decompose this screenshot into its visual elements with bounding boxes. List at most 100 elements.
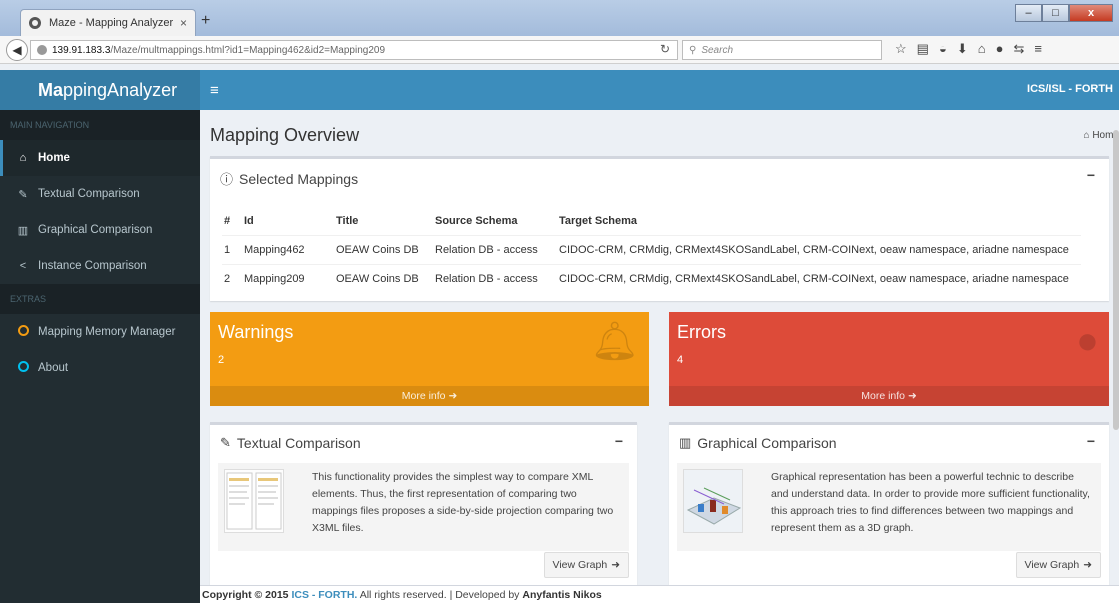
sidebar-item-label: Textual Comparison bbox=[38, 188, 140, 200]
back-arrow-icon: ◀ bbox=[12, 43, 22, 57]
collapse-button[interactable]: − bbox=[1087, 167, 1095, 183]
selected-mappings-box: ⓘ Selected Mappings − # Id Title Source … bbox=[210, 156, 1109, 301]
window-close-button[interactable]: x bbox=[1069, 4, 1113, 22]
share-icon: < bbox=[19, 260, 27, 272]
warnings-more-info-link[interactable]: More info ➜ bbox=[210, 386, 649, 406]
home-browser-icon[interactable]: ⌂ bbox=[978, 41, 986, 57]
pencil-icon: ✎ bbox=[18, 188, 28, 201]
sidebar-item-textual-comparison[interactable]: ✎ Textual Comparison bbox=[0, 176, 200, 212]
copyright-prefix: Copyright © 2015 bbox=[202, 589, 289, 601]
page-scrollbar[interactable] bbox=[1113, 130, 1119, 430]
textual-view-graph-button[interactable]: View Graph ➜ bbox=[543, 552, 629, 578]
more-info-label: More info bbox=[861, 390, 906, 402]
errors-more-info-link[interactable]: More info ➜ bbox=[669, 386, 1109, 406]
sync-icon[interactable]: ⇆ bbox=[1013, 41, 1024, 57]
back-button[interactable]: ◀ bbox=[6, 39, 28, 61]
column-header: Target Schema bbox=[559, 214, 638, 227]
view-graph-label: View Graph bbox=[552, 559, 608, 571]
author-name: Anyfantis Nikos bbox=[522, 589, 602, 601]
table-cell: CIDOC-CRM, CRMdig, CRMext4SKOSandLabel, … bbox=[559, 263, 1081, 293]
table-cell: OEAW Coins DB bbox=[336, 263, 435, 293]
table-row[interactable]: 2 Mapping209 OEAW Coins DB Relation DB -… bbox=[222, 263, 1081, 293]
reading-list-icon[interactable]: ▤ bbox=[917, 41, 929, 57]
pencil-icon: ✎ bbox=[220, 435, 231, 450]
graphical-view-graph-button[interactable]: View Graph ➜ bbox=[1015, 552, 1101, 578]
table-cell: Mapping209 bbox=[244, 263, 336, 293]
textual-comparison-box: ✎ Textual Comparison − This functionalit… bbox=[210, 422, 637, 588]
sidebar-item-label: Instance Comparison bbox=[38, 260, 147, 272]
table-row[interactable]: 1 Mapping462 OEAW Coins DB Relation DB -… bbox=[222, 234, 1081, 264]
sidebar-item-graphical-comparison[interactable]: ▥ Graphical Comparison bbox=[0, 212, 200, 248]
search-input[interactable]: ⚲ Search bbox=[682, 40, 882, 60]
page-title: Mapping Overview bbox=[210, 125, 360, 145]
graphical-description: Graphical representation has been a powe… bbox=[677, 463, 1101, 551]
view-graph-label: View Graph bbox=[1024, 559, 1080, 571]
textual-description: This functionality provides the simplest… bbox=[218, 463, 629, 551]
table-cell: Relation DB - access bbox=[435, 263, 559, 293]
pocket-icon[interactable]: ◒ bbox=[939, 41, 947, 57]
minimize-button[interactable]: – bbox=[1015, 4, 1042, 22]
logo-bold: Ma bbox=[38, 79, 64, 100]
page-footer: Copyright © 2015 ICS - FORTH. All rights… bbox=[200, 585, 1119, 603]
column-header: Title bbox=[336, 214, 359, 227]
sidebar-item-label: About bbox=[38, 362, 69, 374]
home-icon: ⌂ bbox=[1083, 130, 1090, 141]
errors-box: Errors 4 ● More info ➜ bbox=[669, 312, 1109, 406]
logo-rest: ppingAnalyzer bbox=[63, 79, 178, 100]
search-placeholder: Search bbox=[701, 44, 734, 56]
main-content: Mapping Overview ⌂ Home ⓘ Selected Mappi… bbox=[200, 110, 1119, 603]
sidebar-item-label: Mapping Memory Manager bbox=[38, 326, 176, 338]
arrow-circle-right-icon: ➜ bbox=[611, 559, 620, 571]
arrow-circle-right-icon: ➜ bbox=[1083, 559, 1092, 571]
collapse-button[interactable]: − bbox=[1087, 433, 1095, 449]
sidebar-item-mapping-memory-manager[interactable]: Mapping Memory Manager bbox=[0, 314, 200, 350]
reload-icon[interactable]: ↻ bbox=[660, 42, 670, 56]
circle-icon bbox=[14, 361, 32, 375]
address-bar[interactable]: 139.91.183.3/Maze/multmappings.html?id1=… bbox=[30, 40, 678, 60]
column-header: Id bbox=[244, 214, 254, 227]
url-host: 139.91.183.3 bbox=[52, 44, 111, 56]
browser-tab[interactable]: Maze - Mapping Analyzer × bbox=[20, 9, 196, 36]
browser-navbar: ◀ 139.91.183.3/Maze/multmappings.html?id… bbox=[0, 36, 1119, 64]
collapse-button[interactable]: − bbox=[615, 433, 623, 449]
close-tab-icon[interactable]: × bbox=[180, 16, 187, 30]
selected-mappings-title: Selected Mappings bbox=[239, 170, 359, 187]
box-title: ⓘ Selected Mappings bbox=[220, 169, 358, 188]
url-path: /Maze/multmappings.html?id1=Mapping462&i… bbox=[110, 44, 386, 56]
textual-comparison-title: Textual Comparison bbox=[236, 435, 361, 451]
sidebar: MAIN NAVIGATION ⌂ Home ✎ Textual Compari… bbox=[0, 110, 200, 603]
sidebar-item-home[interactable]: ⌂ Home bbox=[0, 140, 200, 176]
search-icon: ⚲ bbox=[689, 44, 697, 56]
textual-thumbnail-image bbox=[224, 469, 284, 533]
info-icon: ⓘ bbox=[220, 172, 234, 187]
org-link[interactable]: ICS - FORTH. bbox=[291, 589, 357, 601]
sidebar-item-label: Graphical Comparison bbox=[38, 224, 153, 236]
menu-icon[interactable]: ≡ bbox=[1034, 41, 1042, 57]
warnings-title: Warnings bbox=[218, 322, 294, 342]
app-logo[interactable]: Ma ppingAnalyzer bbox=[0, 70, 200, 110]
arrow-circle-right-icon: ➜ bbox=[448, 390, 458, 402]
site-info-icon[interactable] bbox=[37, 45, 47, 55]
browser-titlebar: Maze - Mapping Analyzer × + – □ x bbox=[0, 0, 1119, 36]
chat-icon[interactable]: ● bbox=[996, 41, 1004, 57]
exclamation-circle-icon: ● bbox=[1076, 320, 1099, 362]
maximize-button[interactable]: □ bbox=[1042, 4, 1069, 22]
sidebar-item-instance-comparison[interactable]: < Instance Comparison bbox=[0, 248, 200, 284]
graphical-comparison-title: Graphical Comparison bbox=[697, 435, 837, 451]
textual-description-text: This functionality provides the simplest… bbox=[312, 471, 614, 534]
mappings-table: # Id Title Source Schema Target Schema 1… bbox=[222, 207, 1081, 293]
table-cell: OEAW Coins DB bbox=[336, 234, 435, 264]
download-icon[interactable]: ⬇ bbox=[957, 41, 968, 57]
table-cell: CIDOC-CRM, CRMdig, CRMext4SKOSandLabel, … bbox=[559, 234, 1081, 264]
column-header: Source Schema bbox=[435, 214, 518, 227]
graphical-thumbnail-image bbox=[683, 469, 743, 533]
new-tab-button[interactable]: + bbox=[201, 12, 210, 30]
bell-icon: 🔔︎ bbox=[590, 321, 639, 363]
sidebar-item-about[interactable]: About bbox=[0, 350, 200, 386]
table-cell: Relation DB - access bbox=[435, 234, 559, 264]
window-controls: – □ x bbox=[1015, 4, 1113, 22]
bookmark-star-icon[interactable]: ☆ bbox=[895, 41, 907, 57]
sidebar-toggle-icon[interactable]: ≡ bbox=[210, 82, 219, 99]
arrow-circle-right-icon: ➜ bbox=[907, 390, 917, 402]
errors-title: Errors bbox=[677, 322, 726, 342]
